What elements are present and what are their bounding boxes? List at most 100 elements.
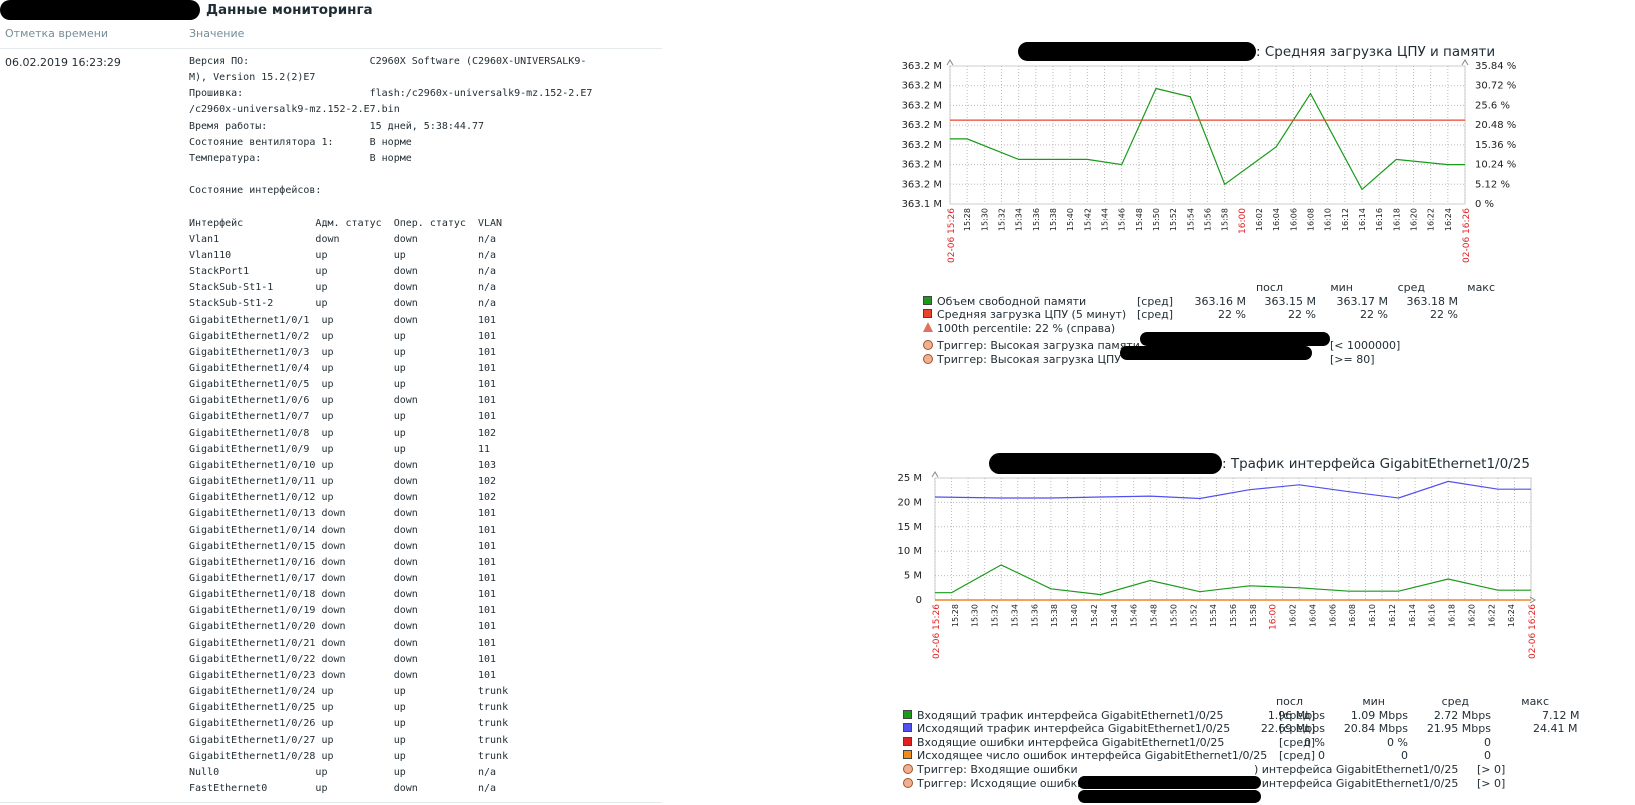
x-tick-label: 16:00 — [1269, 604, 1279, 630]
y-left-tick-label: 363.2 M — [902, 61, 942, 72]
y-tick-label: 15 M — [897, 522, 922, 533]
legend-label: Входящий трафик интерфейса GigabitEthern… — [917, 708, 1224, 722]
y-left-tick-label: 363.2 M — [902, 179, 942, 190]
y-right-tick-label: 20.48 % — [1475, 120, 1516, 131]
x-tick-label: 15:28 — [951, 604, 960, 627]
x-tick-label: 16:22 — [1487, 604, 1496, 627]
column-header-value[interactable]: Значение — [189, 27, 244, 40]
graph2-legend: посл мин сред макс Входящий трафик интер… — [903, 695, 1635, 790]
x-tick-label: 15:42 — [1083, 208, 1092, 231]
legend-header-max: макс — [1467, 281, 1495, 294]
x-tick-label: 16:06 — [1289, 208, 1298, 231]
cpu-memory-chart[interactable]: 363.2 M 35.84 % 363.2 M 30.72 % 363.2 M 25.6 … — [890, 58, 1630, 293]
trigger-condition: [> 0] — [1477, 762, 1506, 776]
trigger-circle-icon — [903, 763, 913, 774]
x-tick-label: 15:40 — [1066, 208, 1075, 231]
y-right-tick-label: 5.12 % — [1475, 179, 1510, 190]
x-tick-label: 15:34 — [1015, 208, 1024, 231]
x-tick-label: 16:04 — [1308, 604, 1317, 627]
column-header-timestamp[interactable]: Отметка времени — [5, 27, 108, 40]
x-tick-label: 16:16 — [1428, 604, 1437, 627]
y-left-tick-label: 363.2 M — [902, 140, 942, 151]
x-tick-label: 15:46 — [1118, 208, 1127, 231]
x-tick-label: 15:54 — [1186, 208, 1195, 231]
redacted-trigger-host-1 — [1140, 332, 1330, 346]
legend-item-out-errors: Исходящее число ошибок интерфейса Gigabi… — [903, 749, 1635, 763]
legend-swatch-blue — [903, 723, 912, 733]
trigger-condition: [>= 80] — [1330, 352, 1375, 366]
interface-traffic-chart[interactable]: 25 M 20 M 15 M 10 M 5 M 0 15:28 15:30 15:32 15:34… — [895, 470, 1615, 695]
legend-swatch-orange — [903, 750, 912, 760]
legend-max: 22 % — [1430, 308, 1458, 322]
legend-item-in-traffic: Входящий трафик интерфейса GigabitEthern… — [903, 709, 1635, 723]
y-tick-label: 20 M — [897, 497, 922, 508]
x-tick-label: 16:06 — [1328, 604, 1337, 627]
x-tick-label: 16:24 — [1507, 604, 1516, 627]
legend-label: Входящие ошибки интерфейса GigabitEthern… — [917, 735, 1225, 749]
legend-label: Объем свободной памяти — [937, 294, 1087, 308]
x-tick-label: 15:56 — [1204, 208, 1213, 231]
x-tick-label: 15:42 — [1090, 604, 1099, 627]
x-tick-label: 16:14 — [1408, 604, 1417, 627]
x-tick-label: 15:48 — [1135, 208, 1144, 231]
x-tick-label: 16:02 — [1255, 208, 1264, 231]
legend-max: 7.12 M — [1542, 708, 1580, 722]
redacted-trigger2-host-2 — [1078, 790, 1261, 803]
x-tick-label: 16:12 — [1341, 208, 1350, 231]
x-tick-label: 16:00 — [1238, 208, 1248, 234]
x-tick-label: 15:38 — [1049, 208, 1058, 231]
trigger-label-tail: ) интерфейса GigabitEthernet1/0/25 — [1254, 762, 1459, 776]
x-tick-label: 15:52 — [1189, 604, 1198, 627]
legend-header-max: макс — [1521, 695, 1549, 708]
legend-label: Исходящий трафик интерфейса GigabitEther… — [917, 722, 1231, 736]
legend-item-in-errors: Входящие ошибки интерфейса GigabitEthern… — [903, 736, 1635, 750]
x-edge-label-start: 02-06 15:26 — [932, 604, 942, 659]
x-tick-label: 15:36 — [1032, 208, 1041, 231]
x-tick-label: 16:12 — [1388, 604, 1397, 627]
legend-item-out-traffic: Исходящий трафик интерфейса GigabitEther… — [903, 722, 1635, 736]
y-tick-label: 0 — [916, 595, 922, 606]
footer-divider — [0, 802, 662, 803]
x-edge-label-start: 02-06 15:26 — [947, 208, 957, 263]
redacted-hostname — [0, 0, 200, 20]
legend-trigger-in-errors: Триггер: Входящие ошибки ) интерфейса Gi… — [903, 763, 1635, 777]
y-right-tick-label: 25.6 % — [1475, 100, 1510, 111]
trigger-label-tail: ) интерфейса GigabitEthernet1/0/25 — [1254, 776, 1459, 790]
legend-avg: 0 — [1484, 735, 1491, 749]
legend-swatch-red — [923, 309, 932, 319]
x-tick-label: 16:18 — [1448, 604, 1457, 627]
x-tick-label: 15:50 — [1152, 208, 1161, 231]
legend-swatch-red — [903, 736, 912, 746]
x-tick-label: 16:20 — [1410, 208, 1419, 231]
x-tick-label: 15:36 — [1030, 604, 1039, 627]
x-tick-label: 15:44 — [1110, 604, 1119, 627]
x-tick-label: 15:40 — [1070, 604, 1079, 627]
legend-avg: 21.95 Mbps — [1426, 722, 1491, 736]
x-tick-label: 15:58 — [1221, 208, 1230, 231]
legend-label: Средняя загрузка ЦПУ (5 минут) — [937, 308, 1127, 322]
y-tick-label: 5 M — [904, 571, 922, 582]
legend-label: Исходящее число ошибок интерфейса Gigabi… — [917, 749, 1268, 763]
x-tick-label: 15:38 — [1050, 604, 1059, 627]
x-edge-label-end: 02-06 16:26 — [1528, 604, 1538, 659]
trigger-circle-icon — [923, 340, 933, 351]
y-left-tick-label: 363.2 M — [902, 120, 942, 131]
redacted-trigger-host-2 — [1120, 346, 1312, 360]
y-right-tick-label: 35.84 % — [1475, 61, 1516, 72]
y-left-tick-label: 363.2 M — [902, 100, 942, 111]
legend-max: 24.41 M — [1533, 722, 1578, 736]
y-left-tick-label: 363.2 M — [902, 81, 942, 92]
x-tick-label: 15:30 — [980, 208, 989, 231]
y-axis-arrow-icon — [1461, 59, 1469, 66]
trigger-label: Триггер: Входящие ошибки — [917, 762, 1078, 776]
x-tick-label: 15:52 — [1169, 208, 1178, 231]
x-tick-label: 16:16 — [1375, 208, 1384, 231]
x-tick-label: 15:44 — [1101, 208, 1110, 231]
header-divider — [0, 48, 662, 49]
y-axis-arrow-icon — [946, 59, 954, 66]
x-tick-label: 15:32 — [991, 604, 1000, 627]
trigger-condition: [< 1000000] — [1330, 339, 1401, 353]
x-tick-label: 16:20 — [1467, 604, 1476, 627]
legend-trigger-out-errors: Триггер: Исходящие ошибки ) интерфейса G… — [903, 777, 1635, 791]
x-tick-label: 15:54 — [1209, 604, 1218, 627]
